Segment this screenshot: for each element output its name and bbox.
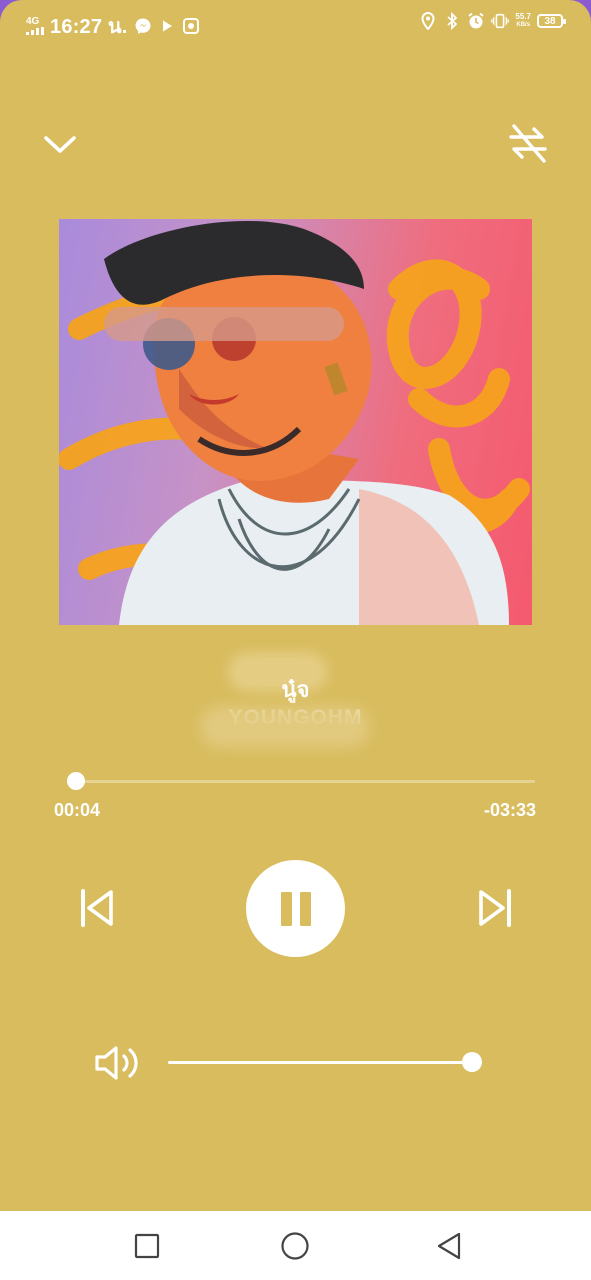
- play-store-icon: [158, 17, 176, 35]
- vibrate-icon: [491, 12, 510, 30]
- status-time: 16:27 น.: [50, 16, 128, 38]
- seek-bar-thumb[interactable]: [67, 772, 86, 790]
- screen-record-icon: [182, 17, 200, 35]
- remaining-time: -03:33: [483, 800, 536, 820]
- bluetooth-icon: [443, 12, 461, 30]
- skip-previous-icon[interactable]: [74, 884, 120, 932]
- battery-level: 38: [544, 15, 556, 27]
- signal-indicator: 4G: [26, 17, 44, 35]
- messenger-icon: [134, 17, 152, 35]
- triangle-back-icon[interactable]: [431, 1228, 467, 1264]
- speed-unit: KB/s: [516, 22, 531, 28]
- volume-icon[interactable]: [92, 1042, 144, 1084]
- circle-icon[interactable]: [277, 1228, 313, 1264]
- album-art: [59, 219, 532, 625]
- music-player-screen: 4G 16:27 น. 55.7 KB/s 38 นู๋จ 00:04 -03:…: [0, 0, 591, 1280]
- volume-slider-thumb[interactable]: [462, 1052, 482, 1072]
- location-icon: [419, 12, 437, 30]
- status-bar: 4G 16:27 น. 55.7 KB/s 38: [0, 0, 591, 46]
- seek-bar[interactable]: [67, 772, 535, 790]
- elapsed-time: 00:04: [54, 800, 101, 820]
- volume-slider[interactable]: [168, 1052, 482, 1072]
- square-icon[interactable]: [129, 1228, 165, 1264]
- pause-button[interactable]: [246, 860, 345, 957]
- speed-value: 55.7: [515, 12, 531, 21]
- skip-next-icon[interactable]: [472, 884, 518, 932]
- alarm-icon: [467, 12, 485, 30]
- artist-blur: [200, 706, 370, 748]
- chevron-down-icon[interactable]: [38, 125, 82, 165]
- signal-bars-icon: [26, 27, 44, 35]
- pause-icon: [280, 891, 311, 926]
- battery-icon: 38: [537, 14, 566, 28]
- network-speed: 55.7 KB/s: [515, 13, 531, 29]
- navigation-bar: [0, 1211, 591, 1280]
- network-type: 4G: [26, 16, 40, 27]
- song-title: นู๋จ: [281, 677, 310, 702]
- repeat-off-icon[interactable]: [500, 115, 556, 171]
